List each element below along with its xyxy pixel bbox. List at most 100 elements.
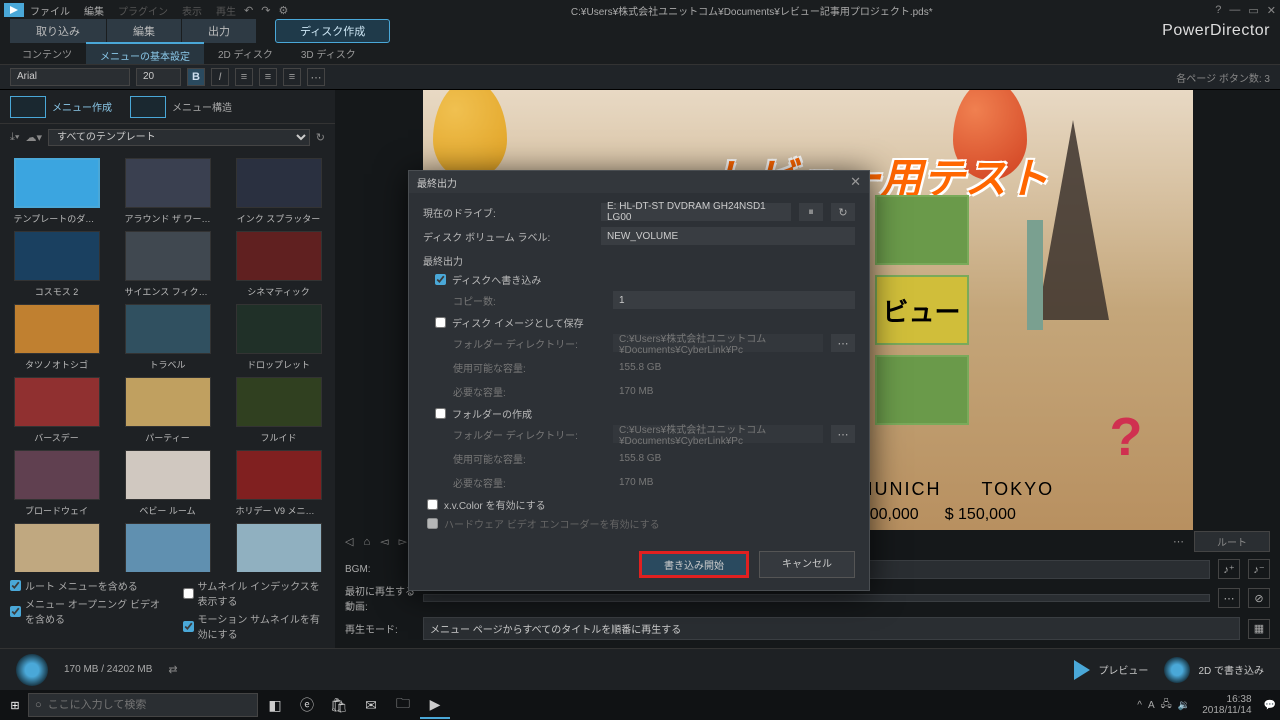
template-item[interactable]: フルイド <box>230 377 327 444</box>
template-item[interactable]: ベビー ルーム <box>119 450 216 517</box>
italic-button[interactable]: I <box>211 68 229 86</box>
clear-icon[interactable]: ⊘ <box>1248 588 1270 608</box>
menu-edit[interactable]: 編集 <box>84 3 104 18</box>
windows-start-icon[interactable]: ⊞ <box>4 694 26 716</box>
gear-icon[interactable]: ⚙ <box>278 4 288 17</box>
template-item[interactable]: インク スプラッター <box>230 158 327 225</box>
taskbar-search[interactable]: ○ <box>28 693 258 717</box>
cancel-button[interactable]: キャンセル <box>759 551 855 578</box>
menu-file[interactable]: ファイル <box>30 3 70 18</box>
browse-folder-icon-2[interactable]: ⋯ <box>831 425 855 443</box>
mode-menu-structure[interactable]: メニュー構造 <box>130 96 232 118</box>
template-filter[interactable]: すべてのテンプレート <box>48 129 310 146</box>
check-save-image[interactable]: ディスク イメージとして保存 <box>435 315 855 330</box>
task-view-icon[interactable]: ◧ <box>260 691 290 719</box>
copies-field[interactable]: 1 <box>613 291 855 309</box>
playmode-field[interactable]: メニュー ページからすべてのタイトルを順番に再生する <box>423 617 1240 640</box>
mode-menu-create[interactable]: メニュー作成 <box>10 96 112 118</box>
drive-select[interactable]: E: HL-DT-ST DVDRAM GH24NSD1 LG00 <box>601 203 791 221</box>
template-item[interactable]: ミュージックボックス <box>8 523 105 572</box>
mail-icon[interactable]: ✉ <box>356 691 386 719</box>
template-item[interactable]: トラベル <box>119 304 216 371</box>
settings-icon[interactable]: ⋯ <box>1173 535 1184 548</box>
align-right-button[interactable]: ≡ <box>283 68 301 86</box>
template-item[interactable]: パーティー <box>119 377 216 444</box>
home-icon[interactable]: ⌂ <box>363 536 370 548</box>
undo-icon[interactable]: ↶ <box>244 4 253 17</box>
main-tab-output[interactable]: 出力 <box>182 19 257 43</box>
main-tab-edit[interactable]: 編集 <box>107 19 182 43</box>
edge-icon[interactable]: ⓔ <box>292 691 322 719</box>
sound-icon[interactable]: 🔉 <box>1178 700 1190 711</box>
playmode-settings-icon[interactable]: ▦ <box>1248 619 1270 639</box>
help-icon[interactable]: ? <box>1215 4 1221 17</box>
store-icon[interactable]: 🛍 <box>324 691 354 719</box>
subtab-2d-disc[interactable]: 2D ディスク <box>204 42 287 64</box>
network-icon[interactable]: 🖧 <box>1161 697 1172 714</box>
browse-folder-icon[interactable]: ⋯ <box>831 334 855 352</box>
prev-icon[interactable]: ◁ <box>345 535 353 548</box>
font-size[interactable]: 20 <box>136 68 181 86</box>
preview-button[interactable]: プレビュー <box>1074 660 1148 680</box>
menu-view[interactable]: 表示 <box>182 3 202 18</box>
browse-icon[interactable]: ⋯ <box>1218 588 1240 608</box>
check-create-folder[interactable]: フォルダーの作成 <box>435 406 855 421</box>
template-item[interactable]: ドロップレット <box>230 304 327 371</box>
check-motion-thumb[interactable]: モーション サムネイルを有効にする <box>183 611 325 641</box>
menu-thumb-2[interactable]: ビュー <box>875 275 969 345</box>
disc-create-button[interactable]: ディスク作成 <box>275 19 390 43</box>
download-icon[interactable]: ⤓▾ <box>10 131 19 144</box>
menu-plugin[interactable]: プラグイン <box>118 3 168 18</box>
minimize-icon[interactable]: — <box>1229 4 1240 17</box>
template-item[interactable]: シネマティック <box>230 231 327 298</box>
check-burn-disc[interactable]: ディスクへ書き込み <box>435 272 855 287</box>
template-item[interactable]: アラウンド ザ ワー… <box>119 158 216 225</box>
music-remove-icon[interactable]: ♪⁻ <box>1248 559 1270 579</box>
menu-thumb-3[interactable] <box>875 355 969 425</box>
menu-play[interactable]: 再生 <box>216 3 236 18</box>
notification-icon[interactable]: 💬 <box>1264 700 1276 711</box>
align-left-button[interactable]: ≡ <box>235 68 253 86</box>
ime-icon[interactable]: A <box>1148 700 1155 711</box>
check-root-menu[interactable]: ルート メニューを含める <box>10 578 163 593</box>
template-item[interactable]: タツノオトシゴ <box>8 304 105 371</box>
powerdirector-icon[interactable]: ▶ <box>420 691 450 719</box>
first-video-field[interactable] <box>423 594 1210 602</box>
main-tab-import[interactable]: 取り込み <box>10 19 107 43</box>
burn-2d-button[interactable]: 2D で書き込み <box>1164 657 1264 683</box>
template-item[interactable]: サイエンス フィクシ… <box>119 231 216 298</box>
back-icon[interactable]: ◅ <box>380 535 388 548</box>
subtab-content[interactable]: コンテンツ <box>8 42 86 64</box>
search-input[interactable] <box>48 699 251 711</box>
template-item[interactable]: テンプレートのダウ… <box>8 158 105 225</box>
font-select[interactable]: Arial <box>10 68 130 86</box>
start-burn-button[interactable]: 書き込み開始 <box>639 551 749 578</box>
template-item[interactable]: バースデー <box>8 377 105 444</box>
close-icon[interactable]: ✕ <box>1267 4 1276 17</box>
check-opening[interactable]: メニュー オープニング ビデオを含める <box>10 596 163 626</box>
check-xvcolor[interactable]: x.v.Color を有効にする <box>427 497 855 512</box>
align-center-button[interactable]: ≡ <box>259 68 277 86</box>
template-item[interactable]: ライト スポット <box>119 523 216 572</box>
redo-icon[interactable]: ↷ <box>261 4 270 17</box>
subtab-3d-disc[interactable]: 3D ディスク <box>287 42 370 64</box>
menu-thumb-1[interactable] <box>875 195 969 265</box>
check-thumb-index[interactable]: サムネイル インデックスを表示する <box>183 578 325 608</box>
pause-icon[interactable]: ⏸ <box>799 203 823 221</box>
subtab-menu-settings[interactable]: メニューの基本設定 <box>86 42 204 64</box>
taskbar-clock[interactable]: 16:382018/11/14 <box>1196 694 1257 716</box>
tray-up-icon[interactable]: ^ <box>1137 700 1142 711</box>
refresh-icon[interactable]: ↻ <box>316 131 325 144</box>
template-item[interactable]: ホリデー V9 メニュ… <box>230 450 327 517</box>
refresh-drive-icon[interactable]: ↻ <box>831 203 855 221</box>
cloud-icon[interactable]: ☁▾ <box>25 131 42 144</box>
volume-label-field[interactable]: NEW_VOLUME <box>601 227 855 245</box>
route-button[interactable]: ルート <box>1194 531 1270 552</box>
dialog-close-icon[interactable]: ✕ <box>850 174 861 190</box>
more-button[interactable]: ⋯ <box>307 68 325 86</box>
template-item[interactable]: コスモス 2 <box>8 231 105 298</box>
maximize-icon[interactable]: ▭ <box>1248 4 1258 17</box>
swap-icon[interactable]: ⇄ <box>168 663 177 676</box>
template-item[interactable]: ラウンジ <box>230 523 327 572</box>
bold-button[interactable]: B <box>187 68 205 86</box>
